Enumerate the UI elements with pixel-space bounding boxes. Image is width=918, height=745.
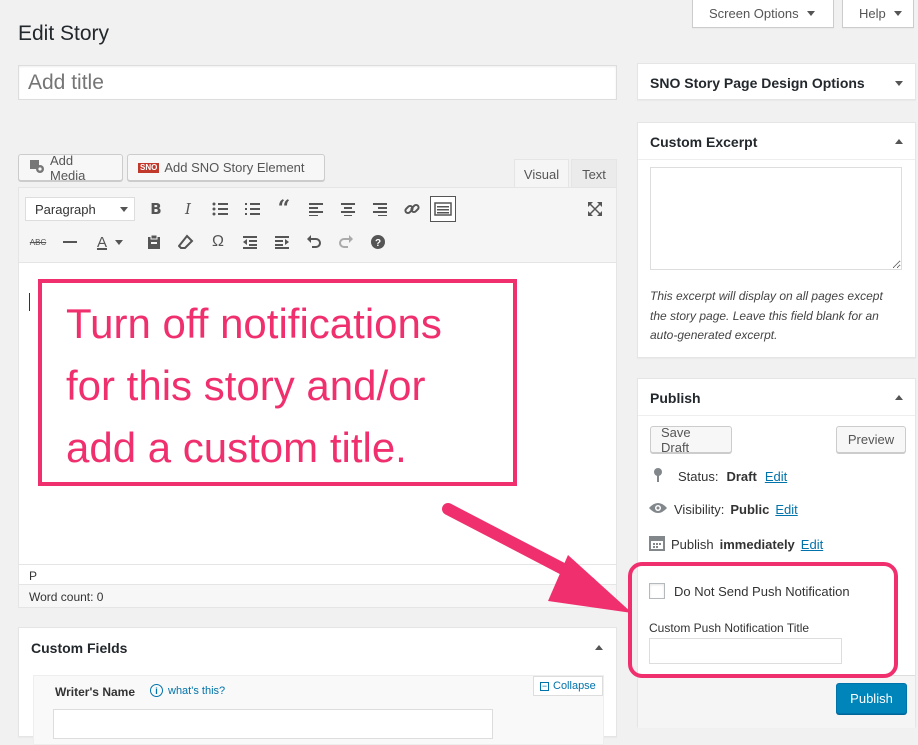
numbered-list-icon[interactable] (241, 198, 263, 220)
save-draft-label: Save Draft (661, 424, 691, 455)
annotation-line: Turn off notifications (66, 300, 442, 347)
page-title: Edit Story (18, 22, 110, 45)
italic-icon[interactable]: I (177, 198, 199, 220)
sno-logo-icon: SNO (138, 162, 160, 173)
screen-options-label: Screen Options (709, 6, 799, 21)
chevron-down-icon[interactable] (113, 231, 125, 253)
indent-icon[interactable] (271, 231, 293, 253)
help-icon[interactable]: ? (367, 231, 389, 253)
publish-label: Publish (671, 537, 714, 552)
custom-fields-box: Custom Fields Writer's Name i what's thi… (18, 627, 617, 745)
save-draft-button[interactable]: Save Draft (650, 424, 732, 455)
special-character-icon[interactable]: Ω (207, 231, 229, 253)
annotation-box: Turn off notifications for this story an… (38, 279, 517, 486)
align-center-icon[interactable] (337, 198, 359, 220)
publish-title: Publish (650, 390, 701, 406)
chevron-down-icon[interactable] (895, 81, 903, 86)
whats-this-link[interactable]: i what's this? (150, 684, 225, 697)
divider (638, 415, 915, 416)
custom-field-panel: Writer's Name i what's this? − Collapse (33, 675, 604, 745)
writer-name-input[interactable] (53, 709, 493, 739)
undo-icon[interactable] (303, 231, 325, 253)
media-icon (29, 158, 45, 177)
edit-visibility-link[interactable]: Edit (775, 502, 797, 517)
link-icon[interactable] (401, 198, 423, 220)
toolbar-toggle-icon[interactable] (430, 196, 456, 222)
annotation-line: add a custom title. (66, 424, 407, 471)
collapse-label: Collapse (553, 680, 596, 692)
word-count: Word count: 0 (29, 590, 104, 604)
publish-button[interactable]: Publish (836, 683, 907, 714)
custom-excerpt-box: Custom Excerpt This excerpt will display… (637, 122, 916, 358)
eye-icon (648, 501, 668, 518)
add-media-label: Add Media (50, 152, 86, 183)
preview-label: Preview (847, 432, 895, 447)
add-sno-element-button[interactable]: SNO Add SNO Story Element (127, 154, 325, 181)
svg-text:?: ? (375, 238, 381, 249)
clear-formatting-icon[interactable] (175, 231, 197, 253)
chevron-down-icon (893, 11, 902, 16)
tab-visual[interactable]: Visual (514, 159, 569, 188)
path-label: P (29, 569, 38, 583)
tab-text[interactable]: Text (571, 159, 617, 188)
push-highlight (628, 562, 898, 678)
edit-status-link[interactable]: Edit (765, 469, 787, 484)
help-label: Help (859, 6, 886, 21)
add-sno-label: Add SNO Story Element (164, 160, 305, 175)
align-left-icon[interactable] (305, 198, 327, 220)
calendar-icon (649, 535, 665, 554)
align-right-icon[interactable] (369, 198, 391, 220)
whats-this-label: what's this? (168, 684, 226, 697)
design-options-box[interactable]: SNO Story Page Design Options (637, 63, 916, 100)
status-value: Draft (726, 469, 757, 484)
visibility-label: Visibility: (674, 502, 725, 517)
blockquote-icon[interactable]: “ (273, 196, 295, 222)
chevron-up-icon[interactable] (895, 395, 903, 400)
paste-text-icon[interactable] (143, 231, 165, 253)
info-icon: i (150, 684, 163, 697)
writer-name-label: Writer's Name (55, 685, 135, 699)
publish-button-label: Publish (850, 691, 893, 706)
status-label: Status: (678, 469, 719, 484)
divider (638, 159, 915, 160)
bulleted-list-icon[interactable] (209, 198, 231, 220)
format-select[interactable]: Paragraph (25, 197, 135, 221)
horizontal-line-icon[interactable] (59, 231, 81, 253)
pin-icon (652, 467, 664, 486)
custom-fields-title: Custom Fields (31, 640, 128, 656)
add-media-button[interactable]: Add Media (18, 152, 123, 183)
fullscreen-icon[interactable] (584, 198, 606, 220)
chevron-up-icon[interactable] (595, 645, 603, 650)
sno-logo-text: SNO (138, 162, 160, 173)
preview-button[interactable]: Preview (836, 426, 906, 453)
excerpt-textarea[interactable] (650, 167, 902, 270)
format-select-value: Paragraph (35, 201, 96, 217)
annotation-arrow (442, 503, 632, 613)
collapse-button[interactable]: − Collapse (533, 676, 603, 696)
design-options-title: SNO Story Page Design Options (650, 75, 865, 91)
publish-value: immediately (719, 537, 795, 552)
redo-icon[interactable] (335, 231, 357, 253)
custom-excerpt-title: Custom Excerpt (650, 134, 758, 150)
annotation-text: Turn off notifications for this story an… (66, 293, 442, 479)
strikethrough-icon[interactable]: ABC (27, 231, 49, 253)
bold-icon[interactable]: B (145, 198, 167, 220)
outdent-icon[interactable] (239, 231, 261, 253)
excerpt-help-text: This excerpt will display on all pages e… (650, 289, 883, 342)
status-row: Status: Draft Edit (652, 467, 787, 486)
collapse-icon: − (540, 680, 549, 691)
edit-publish-date-link[interactable]: Edit (801, 537, 823, 552)
visibility-row: Visibility: Public Edit (648, 501, 798, 518)
chevron-down-icon (806, 11, 815, 16)
text-color-icon[interactable]: A (91, 231, 113, 253)
visibility-value: Public (730, 502, 770, 517)
annotation-line: for this story and/or (66, 362, 426, 409)
chevron-up-icon[interactable] (895, 139, 903, 144)
chevron-down-icon (120, 206, 128, 212)
publish-date-row: Publish immediately Edit (649, 535, 823, 554)
screen-options-button[interactable]: Screen Options (692, 0, 834, 28)
title-input[interactable] (18, 65, 617, 100)
help-button[interactable]: Help (842, 0, 914, 28)
